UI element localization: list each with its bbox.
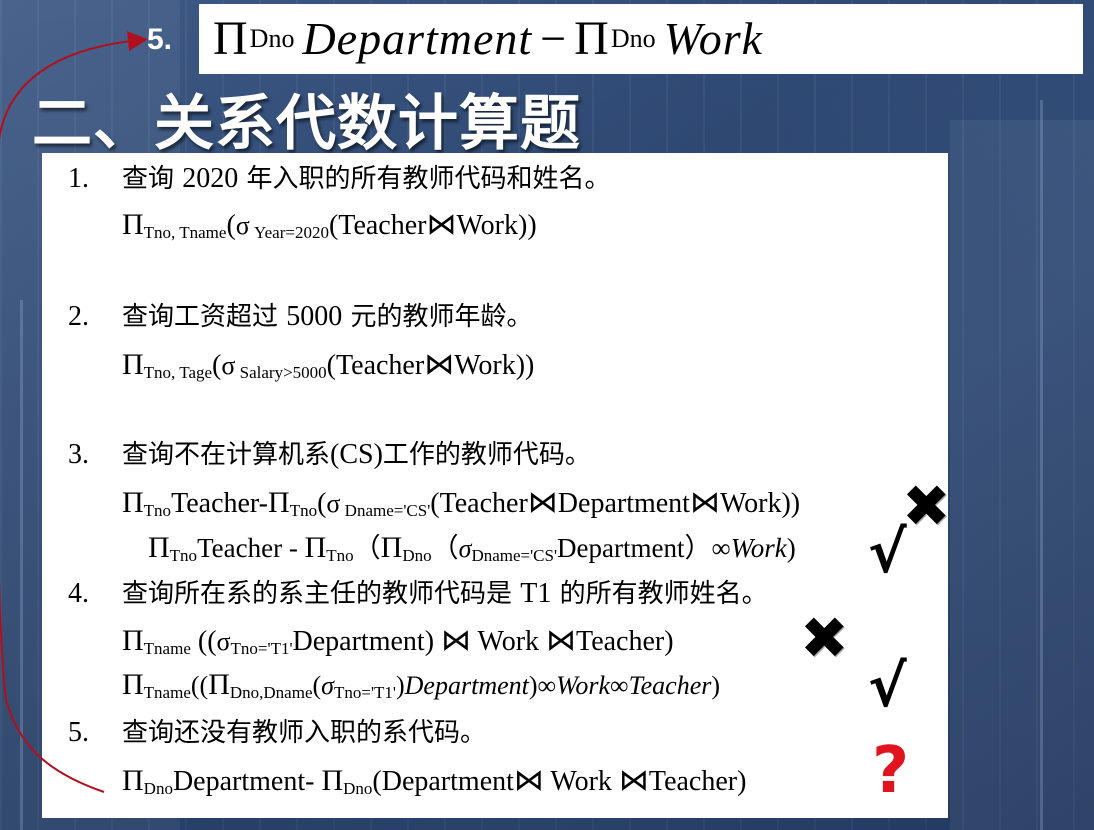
curved-arrow-icon <box>0 31 148 793</box>
